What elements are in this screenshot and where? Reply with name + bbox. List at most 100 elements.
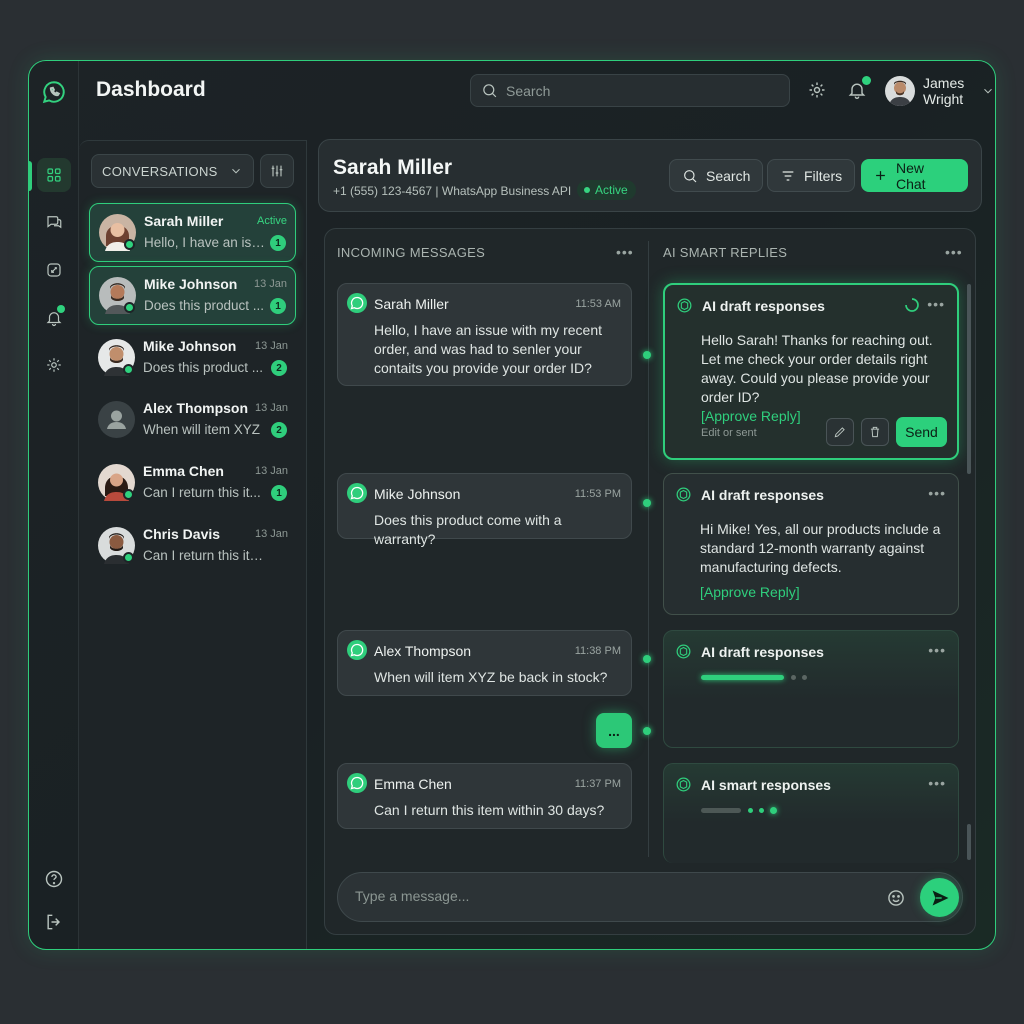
user-menu[interactable]: James Wright [885,75,995,107]
filters-button-label: Filters [804,167,843,184]
whatsapp-icon [347,483,367,503]
connector-dot [643,655,651,663]
chat-search-button[interactable]: Search [669,159,764,192]
search-input[interactable] [506,82,776,99]
openai-icon [676,487,691,502]
ai-draft-card[interactable]: AI draft responses ••• Hi Mike! Yes, all… [663,473,959,615]
more-icon[interactable]: ••• [945,244,963,260]
send-button[interactable] [920,878,959,917]
message-composer [337,872,963,922]
plus-icon [873,168,888,183]
sender-name: Alex Thompson [374,643,472,659]
more-icon[interactable]: ••• [928,642,946,658]
message-time: 11:53 AM [575,298,621,310]
ai-draft-body: Hi Mike! Yes, all our products include a… [700,521,941,575]
nav-settings[interactable] [37,348,71,382]
conversation-item[interactable]: Sarah Miller Active Hello, I have an iss… [89,203,296,262]
analytics-icon [47,263,61,277]
typing-indicator[interactable]: ... [596,713,632,748]
loading-dot [770,807,777,814]
message-card[interactable]: Sarah Miller 11:53 AM Hello, I have an i… [337,283,632,386]
unread-badge: 2 [271,360,287,376]
contact-name: Mike Johnson [143,338,237,354]
avatar [885,76,915,106]
approve-reply-link[interactable]: [Approve Reply] [700,583,948,602]
message-card[interactable]: Mike Johnson 11:53 PM Does this product … [337,473,632,547]
new-chat-button[interactable]: New Chat [861,159,968,192]
search-icon [481,82,498,99]
conversation-time: 13 Jan [254,340,288,352]
user-name: James Wright [923,75,965,107]
scrollbar[interactable] [967,284,971,474]
generation-progress-bar [701,808,741,813]
message-text: When will item XYZ be back in stock? [374,669,608,685]
edit-button[interactable] [826,418,854,446]
nav-dashboard[interactable] [37,158,71,192]
connector-dot [643,351,651,359]
sender-name: Emma Chen [374,776,452,792]
help-icon[interactable] [44,869,64,889]
message-input[interactable] [355,888,855,904]
nav-analytics[interactable] [37,253,71,287]
online-indicator [123,364,134,375]
conversation-item[interactable]: Alex Thompson 13 Jan When will item XYZ … [89,391,296,450]
filters-button[interactable]: Filters [767,159,856,192]
avatar [98,401,135,438]
conversations-dropdown[interactable]: CONVERSATIONS [91,154,254,188]
message-preview: Can I return this it... [143,485,261,500]
chat-icon [47,216,62,229]
chevron-down-icon [981,84,995,98]
messages-panel: INCOMING MESSAGES ••• AI SMART REPLIES •… [324,228,976,935]
more-icon[interactable]: ••• [928,485,946,501]
ai-draft-card[interactable]: AI draft responses ••• Hello Sarah! Than… [663,283,959,460]
contact-name: Alex Thompson [143,400,249,416]
global-search[interactable] [470,74,790,107]
conversation-item[interactable]: Chris Davis 13 Jan Can I return this ite… [89,517,296,576]
message-card[interactable]: Alex Thompson 11:38 PM When will item XY… [337,630,632,696]
ai-card-title: AI draft responses [701,487,824,503]
openai-icon [677,298,692,313]
nav-chats[interactable] [37,205,71,239]
message-text: Hello, I have an issue with my recent or… [374,322,602,376]
ai-draft-card[interactable]: AI draft responses ••• [663,630,959,748]
nav-selection-indicator [29,161,32,191]
chat-header: Sarah Miller +1 (555) 123-4567 | WhatsAp… [318,139,982,212]
message-text: Can I return this item within 30 days? [374,802,605,818]
contact-name: Sarah Miller [144,213,224,229]
conversation-item[interactable]: Mike Johnson 13 Jan Does this product ..… [89,266,296,325]
ai-card-title: AI draft responses [701,644,824,660]
scrollbar-thumb[interactable] [967,824,971,860]
conversation-item[interactable]: Emma Chen 13 Jan Can I return this it...… [89,454,296,513]
conversations-header: CONVERSATIONS [102,163,218,179]
openai-icon [676,644,691,659]
edit-or-sent-label: Edit or sent [701,427,757,439]
unread-badge: 1 [270,235,286,251]
more-icon[interactable]: ••• [616,244,634,260]
delete-button[interactable] [861,418,889,446]
conversation-filter-button[interactable] [260,154,294,188]
whatsapp-icon [347,773,367,793]
nav-notifications[interactable] [37,301,71,335]
message-card[interactable]: Emma Chen 11:37 PM Can I return this ite… [337,763,632,829]
emoji-icon[interactable] [886,888,906,908]
more-icon[interactable]: ••• [927,296,945,312]
message-preview: Does this product ... [143,360,264,375]
gear-icon[interactable] [807,80,827,100]
ai-smart-card[interactable]: AI smart responses ••• [663,763,959,863]
conversation-item[interactable]: Mike Johnson 13 Jan Does this product ..… [89,329,296,388]
conversation-time: 13 Jan [254,465,288,477]
whatsapp-icon[interactable] [41,79,67,105]
logout-icon[interactable] [44,912,64,932]
chat-subtitle: +1 (555) 123-4567 | WhatsApp Business AP… [333,184,572,198]
column-divider [648,241,649,857]
openai-icon [676,777,691,792]
ai-card-title: AI draft responses [702,298,825,314]
ai-draft-text: Hi Mike! Yes, all our products include a… [700,520,948,602]
send-reply-button[interactable]: Send [896,417,947,447]
nav-rail [29,61,79,949]
more-icon[interactable]: ••• [928,775,946,791]
contact-name: Chris Davis [143,526,221,542]
app-window: Dashboard James Wright CONVERSATIONS [28,60,996,950]
bell-icon[interactable] [847,76,871,100]
message-time: 11:37 PM [574,778,621,790]
